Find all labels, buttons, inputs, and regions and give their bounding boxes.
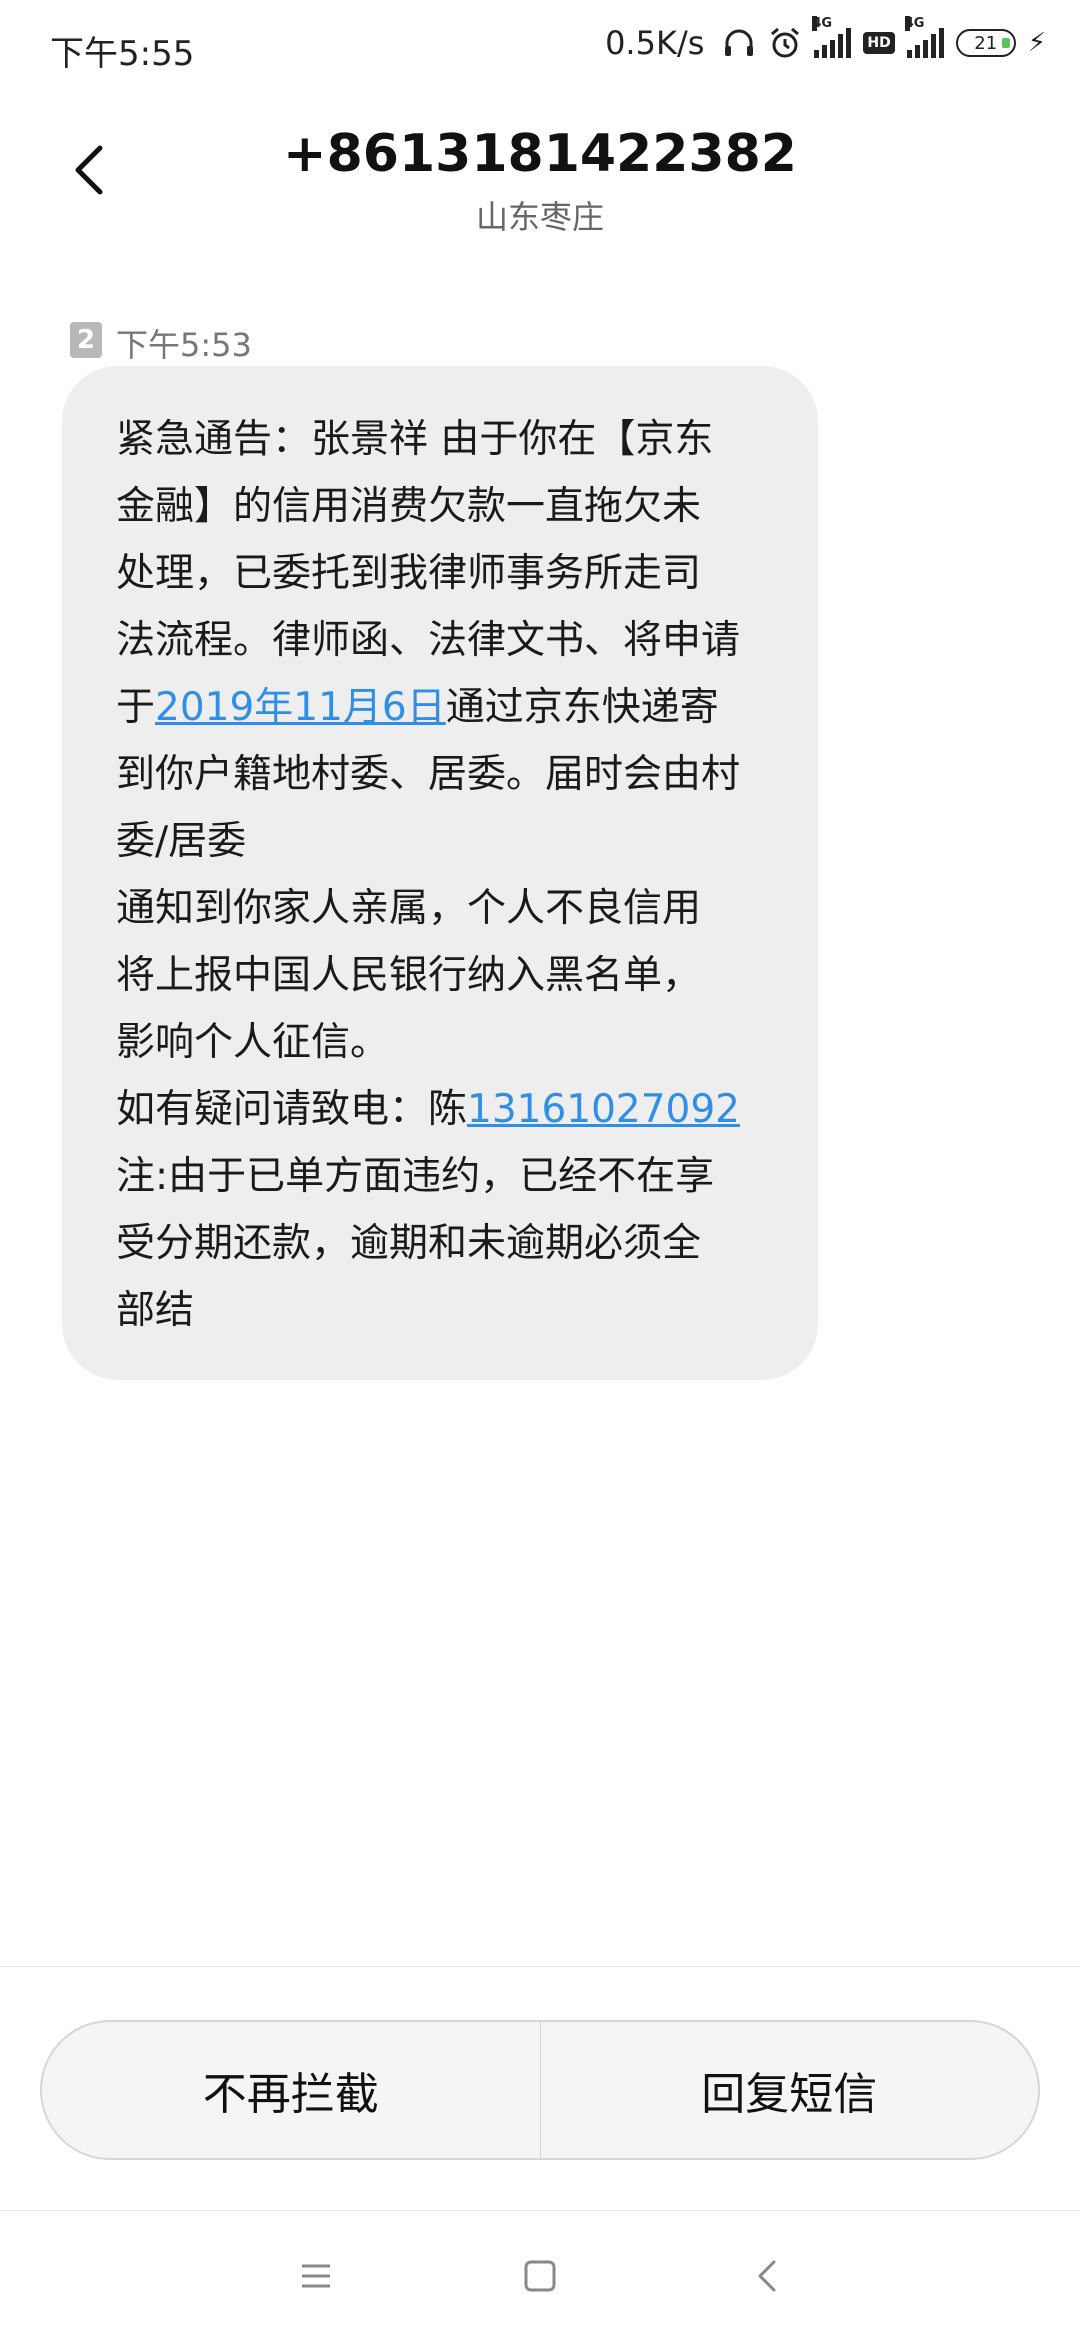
battery-level: 21 [974,32,998,54]
battery-icon: 21 [955,29,1016,57]
message-line: 委/居委 [116,819,247,864]
charging-icon: ⚡ [1027,28,1046,58]
status-icons: 0.5K/s 4G HD 4G 21 ⚡ [605,16,1046,62]
message-line: 金融】的信用消费欠款一直拖欠未 [116,484,702,529]
message-line: 如有疑问请致电：陈13161027092 [116,1087,740,1132]
message-line: 于2019年11月6日通过京东快递寄 [116,685,719,730]
message-line: 到你户籍地村委、居委。届时会由村 [116,752,741,797]
message-line: 法流程。律师函、法律文书、将申请 [116,618,741,663]
message-time: 下午5:53 [116,326,252,364]
alarm-icon [771,27,800,58]
headset-icon [725,29,754,56]
reply-button[interactable]: 回复短信 [541,2022,1039,2158]
signal-sim1-icon: 4G [812,16,852,58]
contact-number: +8613181422382 [283,124,797,184]
unblock-button[interactable]: 不再拦截 [42,2022,540,2158]
sim-slot-badge: 2 [70,322,102,358]
action-bar: 不再拦截 回复短信 [40,2020,1040,2160]
message-line: 通知到你家人亲属，个人不良信用 [116,886,702,931]
home-icon[interactable] [520,2256,560,2296]
signal-sim2-icon: 4G [904,16,944,58]
message-line: 紧急通告：张景祥 由于你在【京东 [116,417,714,462]
message-line: 将上报中国人民银行纳入黑名单， [116,953,702,998]
status-time: 下午5:55 [50,34,195,74]
system-nav-bar [0,2212,1080,2340]
status-bar: 下午5:55 0.5K/s 4G HD 4G 21 ⚡ [0,0,1080,96]
contact-location: 山东枣庄 [475,198,604,236]
divider [0,1966,1080,1967]
message-line: 影响个人征信。 [116,1020,390,1065]
message-line: 处理，已委托到我律师事务所走司 [116,551,702,596]
menu-icon[interactable] [296,2256,336,2296]
message-line: 受分期还款，逾期和未逾期必须全 [116,1221,702,1266]
date-link[interactable]: 2019年11月6日 [155,685,446,730]
divider [0,2210,1080,2211]
network-speed: 0.5K/s [605,24,705,62]
message-line: 注:由于已单方面违约，已经不在享 [116,1154,715,1199]
message-bubble[interactable]: 紧急通告：张景祥 由于你在【京东 金融】的信用消费欠款一直拖欠未 处理，已委托到… [62,366,818,1380]
phone-link[interactable]: 13161027092 [467,1087,740,1132]
back-icon[interactable] [748,2256,788,2296]
hd-icon: HD [863,32,895,54]
message-line: 部结 [116,1288,195,1333]
